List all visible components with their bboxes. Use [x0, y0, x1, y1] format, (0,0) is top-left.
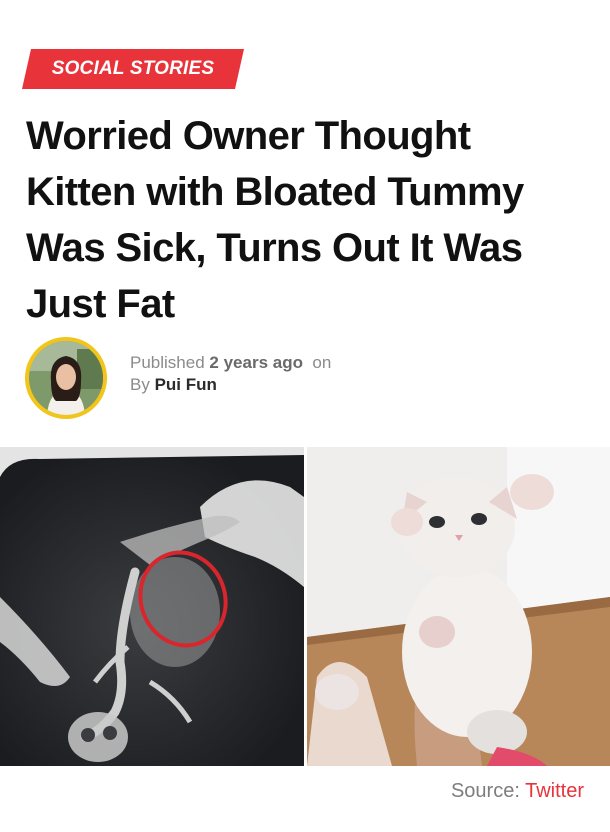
published-label: Published [130, 353, 205, 372]
kitten-photo-icon [307, 447, 610, 766]
kitten-photo-image[interactable] [307, 447, 610, 766]
xray-photo-icon [0, 447, 304, 766]
author-name[interactable]: Pui Fun [155, 375, 217, 394]
byline: Published 2 years ago on By Pui Fun [130, 352, 331, 396]
author-avatar[interactable] [25, 337, 107, 419]
image-source: Source: Twitter [451, 780, 584, 803]
kitten-xray-image[interactable] [0, 447, 304, 766]
by-label: By [130, 375, 150, 394]
article-title: Worried Owner Thought Kitten with Bloate… [26, 114, 524, 326]
published-date: 2 years ago [209, 353, 303, 372]
source-link[interactable]: Twitter [525, 780, 584, 802]
source-label: Source: [450, 780, 520, 802]
published-on-label: on [312, 353, 332, 372]
author-avatar-icon [29, 341, 103, 415]
category-badge[interactable]: SOCIAL STORIES [22, 49, 244, 89]
